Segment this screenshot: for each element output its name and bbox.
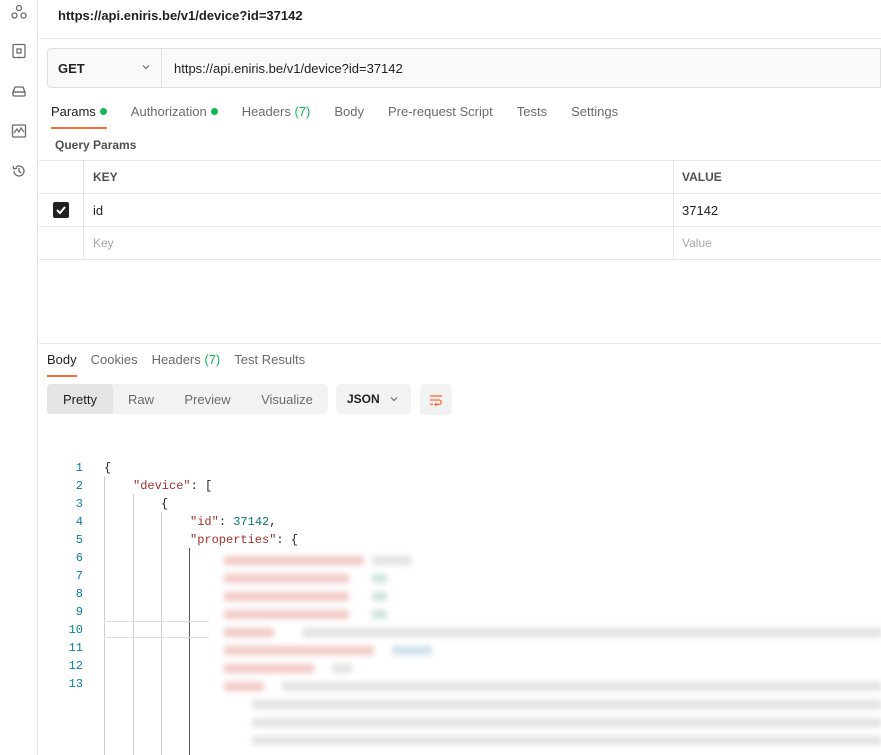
view-mode-group: Pretty Raw Preview Visualize [47, 384, 328, 414]
response-tabs: Body Cookies Headers (7) Test Results [47, 352, 319, 377]
url-input[interactable] [162, 49, 880, 87]
line-number: 9 [75, 605, 83, 619]
tab-tests[interactable]: Tests [517, 104, 547, 128]
tab-response-headers[interactable]: Headers (7) [152, 352, 221, 376]
environments-icon[interactable] [10, 42, 28, 60]
line-number: 7 [75, 569, 83, 583]
tab-authorization-label: Authorization [130, 104, 207, 119]
table-row: id 37142 [39, 194, 881, 227]
line-number: 5 [75, 533, 83, 547]
line-number: 1 [75, 461, 83, 475]
value-column-header: VALUE [682, 170, 722, 184]
wrap-lines-icon [430, 394, 442, 406]
pretty-button[interactable]: Pretty [47, 384, 113, 414]
code-line: "device": [ [133, 479, 213, 493]
params-active-dot [99, 108, 107, 116]
chevron-down-icon [390, 397, 398, 402]
raw-button[interactable]: Raw [113, 384, 169, 414]
line-number: 10 [68, 623, 83, 637]
response-body-editor[interactable]: 1 2 3 4 5 6 7 8 9 10 11 12 13 { "device"… [47, 458, 881, 755]
tab-response-body[interactable]: Body [47, 352, 77, 377]
tab-headers[interactable]: Headers (7) [242, 104, 311, 128]
code-line: "id": 37142, [190, 515, 277, 529]
code-line: "properties": { [190, 533, 299, 547]
param-enabled-checkbox[interactable] [53, 202, 69, 218]
method-select[interactable]: GET [48, 49, 162, 87]
method-label: GET [58, 60, 85, 76]
line-number: 4 [75, 515, 83, 529]
headers-count: (7) [294, 104, 311, 119]
apis-icon[interactable] [10, 3, 28, 21]
query-params-label: Query Params [55, 138, 137, 152]
redacted-properties-blur [222, 548, 881, 755]
pane-divider[interactable] [39, 343, 881, 344]
current-line-highlight [104, 621, 209, 638]
mock-servers-icon[interactable] [10, 82, 28, 100]
authorization-active-dot [210, 108, 218, 116]
tab-headers-label: Headers [241, 104, 291, 119]
table-header-row: KEY VALUE [39, 161, 881, 194]
line-number: 11 [68, 641, 83, 655]
tab-pre-request-script[interactable]: Pre-request Script [388, 104, 493, 128]
url-bar: GET [47, 48, 881, 88]
wrap-lines-button[interactable] [420, 384, 452, 415]
check-icon [56, 206, 66, 215]
request-tabs: Params Authorization Headers (7) Body Pr… [51, 104, 642, 130]
response-headers-count: (7) [204, 352, 221, 367]
monitors-icon[interactable] [10, 122, 28, 140]
indent-guide [104, 476, 105, 755]
tab-authorization[interactable]: Authorization [131, 104, 218, 128]
new-value-input[interactable]: Value [674, 227, 881, 259]
query-params-table: KEY VALUE id 37142 Key Value [39, 160, 881, 260]
request-title[interactable]: https://api.eniris.be/v1/device?id=37142 [58, 8, 303, 23]
format-label: JSON [347, 392, 380, 406]
indent-guide-active [189, 548, 190, 755]
line-number: 12 [68, 659, 83, 673]
tab-cookies[interactable]: Cookies [91, 352, 138, 376]
param-key-cell[interactable]: id [84, 194, 674, 226]
row-check-cell [39, 194, 84, 226]
tab-params[interactable]: Params [51, 104, 107, 129]
line-number: 8 [75, 587, 83, 601]
param-value-cell[interactable]: 37142 [674, 194, 881, 226]
tab-params-label: Params [51, 104, 96, 119]
line-number: 2 [75, 479, 83, 493]
response-headers-label: Headers [151, 352, 201, 367]
format-select[interactable]: JSON [336, 384, 411, 414]
chevron-down-icon [142, 65, 150, 70]
tab-body[interactable]: Body [334, 104, 364, 128]
header-check-cell [39, 161, 84, 193]
key-column-header: KEY [84, 161, 674, 193]
code-line: { [104, 461, 112, 475]
line-number: 3 [75, 497, 83, 511]
history-icon[interactable] [10, 162, 28, 180]
code-line: { [161, 497, 169, 511]
tab-test-results[interactable]: Test Results [234, 352, 305, 376]
tab-settings[interactable]: Settings [571, 104, 618, 128]
row-check-cell [39, 227, 84, 259]
line-number: 6 [75, 551, 83, 565]
table-row-new: Key Value [39, 227, 881, 260]
request-title-bar: https://api.eniris.be/v1/device?id=37142 [39, 0, 881, 39]
new-key-input[interactable]: Key [84, 227, 674, 259]
visualize-button[interactable]: Visualize [246, 384, 328, 414]
preview-button[interactable]: Preview [169, 384, 246, 414]
left-sidebar-rail [0, 0, 38, 755]
line-number: 13 [68, 677, 83, 691]
